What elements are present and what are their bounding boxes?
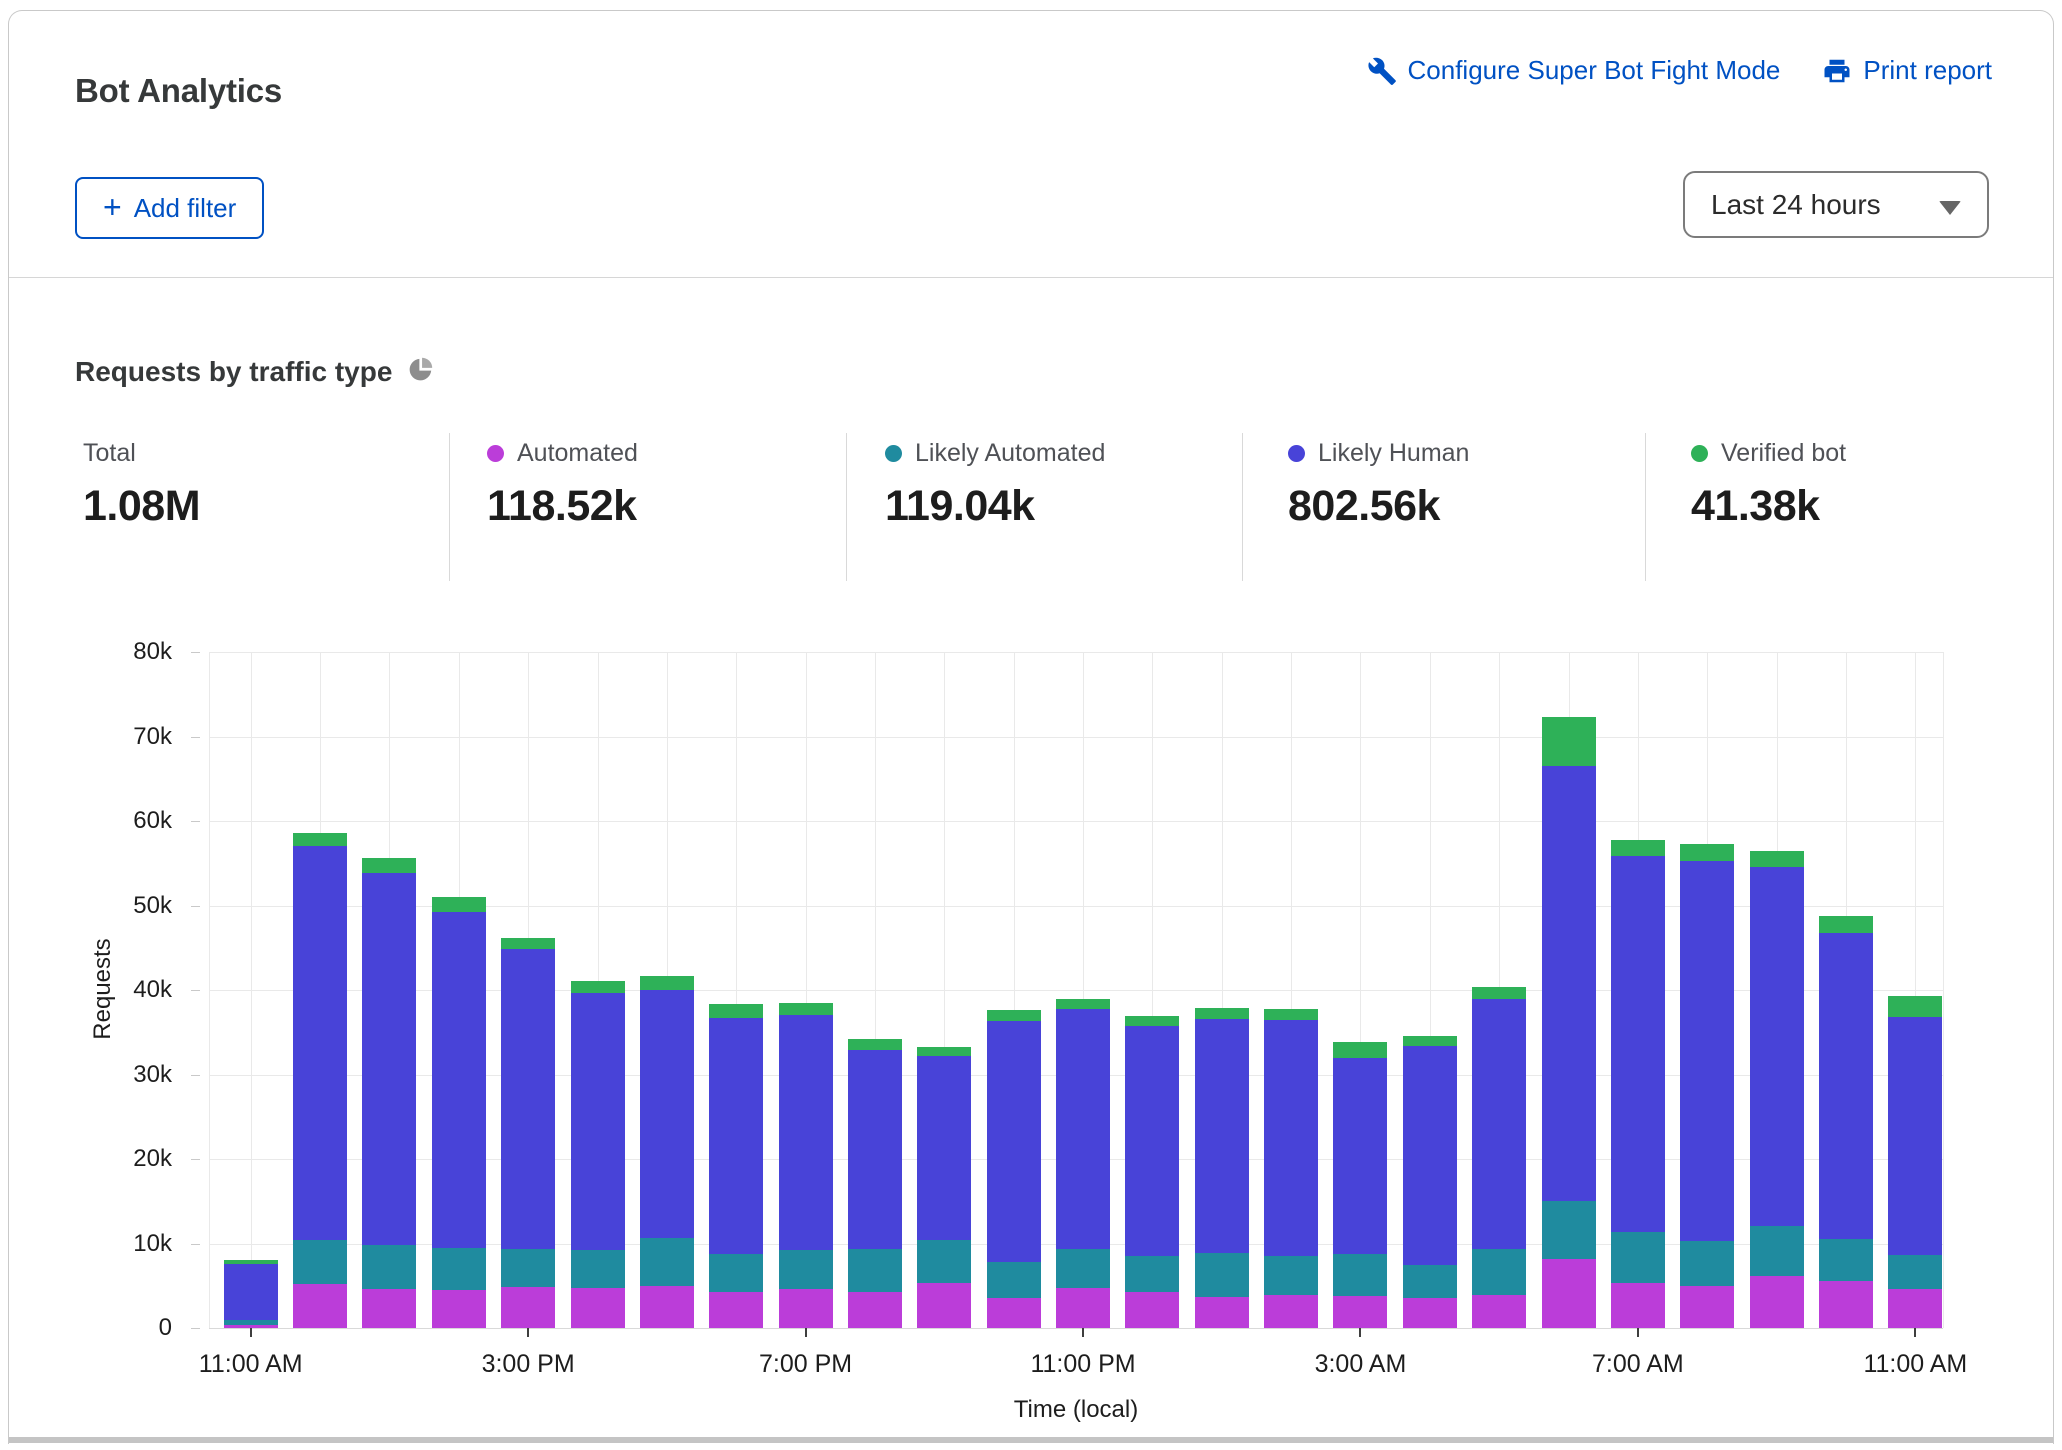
wrench-icon (1367, 56, 1397, 86)
stat-likely-automated: Likely Automated 119.04k (885, 438, 1105, 531)
bottom-divider (9, 1437, 2053, 1443)
print-link-label: Print report (1863, 55, 1992, 86)
page-title: Bot Analytics (75, 72, 282, 110)
section-title: Requests by traffic type (75, 356, 392, 388)
stat-value: 802.56k (1288, 482, 1469, 531)
stat-label: Total (83, 439, 136, 468)
chevron-down-icon (1939, 201, 1961, 215)
stat-divider (1645, 433, 1646, 581)
stat-value: 118.52k (487, 482, 638, 531)
pie-chart-icon (407, 356, 434, 388)
stat-label: Automated (517, 439, 638, 468)
section-title-row: Requests by traffic type (75, 356, 434, 388)
add-filter-label: Add filter (134, 193, 237, 224)
print-report-link[interactable]: Print report (1822, 55, 1992, 86)
stat-label: Likely Automated (915, 439, 1105, 468)
stat-value: 41.38k (1691, 482, 1846, 531)
printer-icon (1822, 56, 1852, 86)
stat-verified-bot: Verified bot 41.38k (1691, 438, 1846, 531)
configure-super-bot-fight-mode-link[interactable]: Configure Super Bot Fight Mode (1367, 55, 1781, 86)
configure-link-label: Configure Super Bot Fight Mode (1408, 55, 1781, 86)
stat-total: Total 1.08M (83, 438, 200, 531)
stat-value: 119.04k (885, 482, 1105, 531)
stat-divider (846, 433, 847, 581)
stat-likely-human: Likely Human 802.56k (1288, 438, 1469, 531)
legend-dot-icon (1691, 445, 1708, 462)
plus-icon: + (103, 191, 122, 223)
stat-automated: Automated 118.52k (487, 438, 638, 531)
time-range-select[interactable]: Last 24 hours (1683, 171, 1989, 238)
stat-value: 1.08M (83, 482, 200, 531)
stat-label: Verified bot (1721, 439, 1846, 468)
add-filter-button[interactable]: + Add filter (75, 177, 264, 239)
legend-dot-icon (487, 445, 504, 462)
stat-divider (1242, 433, 1243, 581)
legend-dot-icon (885, 445, 902, 462)
header-links: Configure Super Bot Fight Mode Print rep… (1367, 55, 1992, 86)
stat-divider (449, 433, 450, 581)
stat-label: Likely Human (1318, 439, 1469, 468)
bot-analytics-page: Bot Analytics Configure Super Bot Fight … (0, 0, 2062, 1450)
time-range-value: Last 24 hours (1711, 189, 1881, 221)
header-divider (9, 277, 2053, 278)
legend-dot-icon (1288, 445, 1305, 462)
